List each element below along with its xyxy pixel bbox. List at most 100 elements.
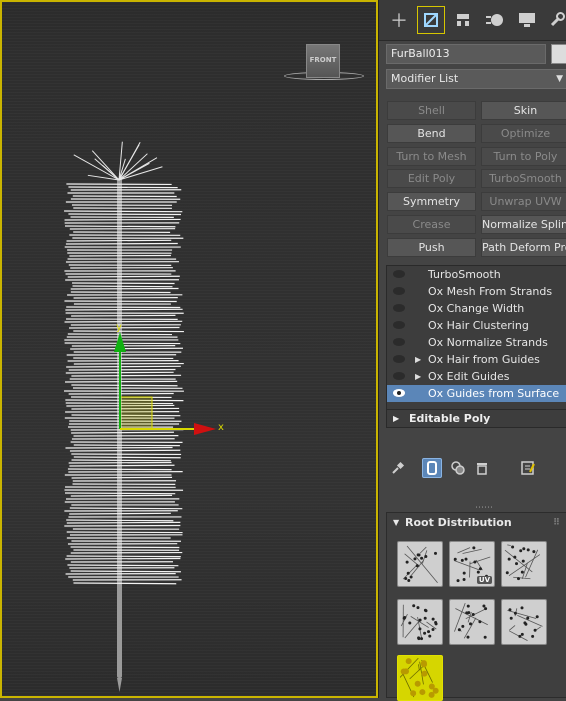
eye-icon[interactable]	[393, 338, 405, 346]
modifier-button[interactable]: Normalize Spline	[481, 215, 566, 234]
make-unique-icon[interactable]	[448, 458, 468, 478]
modifier-button[interactable]: Symmetry	[387, 192, 476, 211]
stack-item[interactable]: Ox Hair Clustering	[387, 317, 566, 334]
gizmo-y-label: y	[116, 322, 122, 333]
motion-icon[interactable]	[481, 6, 509, 34]
modifier-button[interactable]: Bend	[387, 124, 476, 143]
gizmo-y-arrow	[114, 332, 126, 352]
hair-strand	[92, 151, 119, 180]
configure-modifier-sets-icon[interactable]	[518, 458, 538, 478]
hair-strand	[68, 187, 177, 188]
eye-icon[interactable]	[393, 304, 405, 312]
modifier-stack[interactable]: TurboSmoothOx Mesh From StrandsOx Change…	[386, 265, 566, 428]
random-face-distribution-icon[interactable]	[501, 541, 547, 587]
vertex-distribution-icon[interactable]	[449, 599, 495, 645]
hair-strand	[64, 211, 182, 212]
gizmo-x-label: x	[218, 422, 224, 433]
rollout-grip-icon[interactable]: ⠿	[553, 513, 560, 533]
even-distribution-icon[interactable]	[397, 599, 443, 645]
hair-strand	[65, 226, 175, 227]
modifier-list-dropdown[interactable]: Modifier List ▼	[386, 69, 566, 89]
hair-strand	[66, 520, 173, 521]
object-color-swatch[interactable]	[551, 44, 566, 64]
object-name-field[interactable]: FurBall013	[386, 44, 546, 64]
hair-strand	[70, 508, 182, 509]
modifier-button[interactable]: TurboSmooth	[481, 169, 566, 188]
hair-strand	[69, 465, 174, 466]
wrench-icon[interactable]	[543, 6, 566, 34]
modifier-button[interactable]: Turn to Mesh	[387, 147, 476, 166]
stack-item[interactable]: ▶ Ox Hair from Guides	[387, 351, 566, 368]
eye-icon[interactable]	[393, 287, 405, 295]
random-uv-distribution-icon[interactable]: UV	[449, 541, 495, 587]
eye-icon[interactable]	[393, 270, 405, 278]
pin-stack-icon[interactable]	[388, 458, 408, 478]
modifier-button[interactable]: Shell	[387, 101, 476, 120]
modifier-button[interactable]: Path Deform Pro	[481, 238, 566, 257]
stack-toolbar	[386, 456, 566, 482]
modify-icon[interactable]	[417, 6, 445, 34]
hair-strand	[65, 381, 177, 382]
random-distribution-icon[interactable]	[397, 541, 443, 587]
stack-item[interactable]: Ox Normalize Strands	[387, 334, 566, 351]
stack-item-label: TurboSmooth	[428, 266, 501, 283]
stem-tip	[117, 678, 122, 692]
hair-strand	[67, 522, 181, 523]
hair-strand	[67, 240, 172, 241]
eye-icon[interactable]	[393, 372, 405, 380]
expand-triangle-icon[interactable]: ▶	[393, 410, 399, 428]
viewport-canvas[interactable]: xy	[2, 2, 378, 698]
hair-strand	[71, 571, 181, 572]
eye-icon[interactable]	[393, 389, 405, 397]
map-distribution-icon[interactable]	[397, 655, 443, 701]
stack-item-label: Ox Hair from Guides	[428, 351, 540, 368]
stack-item[interactable]: Ox Mesh From Strands	[387, 283, 566, 300]
modifier-button[interactable]: Push	[387, 238, 476, 257]
view-cube[interactable]: FRONT	[306, 44, 340, 78]
hair-strand	[69, 255, 171, 256]
hierarchy-icon[interactable]	[449, 6, 477, 34]
modifier-button[interactable]: Edit Poly	[387, 169, 476, 188]
stack-item-label: Ox Normalize Strands	[428, 334, 548, 351]
stack-item[interactable]: ▶Ox Edit Guides	[387, 368, 566, 385]
modifier-button[interactable]: Turn to Poly	[481, 147, 566, 166]
hair-strand	[71, 385, 177, 386]
collapse-triangle-icon[interactable]: ▼	[393, 513, 399, 533]
expand-triangle-icon[interactable]: ▶	[415, 368, 421, 385]
command-panel: ＋ FurBall013 Modifier List ▼ Shell Skin Be…	[378, 0, 566, 698]
modifier-button[interactable]: Unwrap UVW	[481, 192, 566, 211]
eye-icon[interactable]	[393, 355, 405, 363]
plus-icon[interactable]: ＋	[385, 6, 413, 34]
hair-strand	[65, 493, 175, 494]
rollout-header[interactable]: ▼ Root Distribution ⠿	[387, 513, 566, 533]
gizmo-x-arrow	[194, 423, 216, 435]
display-icon[interactable]	[513, 6, 541, 34]
root-distribution-rollout: ▼ Root Distribution ⠿ UV	[386, 512, 566, 698]
hair-strand	[74, 457, 181, 458]
hair-strand	[71, 375, 181, 376]
hair-strand	[73, 583, 176, 584]
face-center-distribution-icon[interactable]	[501, 599, 547, 645]
stack-item-label: Ox Hair Clustering	[428, 317, 529, 334]
eye-icon[interactable]	[393, 321, 405, 329]
hair-strand	[69, 513, 171, 514]
stack-item-label: Ox Change Width	[428, 300, 524, 317]
modifier-list-label: Modifier List	[391, 72, 458, 85]
modifier-button[interactable]: Optimize	[481, 124, 566, 143]
show-end-result-icon[interactable]	[422, 458, 442, 478]
hair-strand	[67, 556, 181, 557]
stack-item[interactable]: TurboSmooth	[387, 266, 566, 283]
hair-strand	[71, 288, 179, 289]
expand-triangle-icon[interactable]: ▶	[415, 351, 421, 368]
trash-icon[interactable]	[472, 458, 492, 478]
stack-item[interactable]: Ox Change Width	[387, 300, 566, 317]
hair-strand	[73, 331, 184, 332]
command-panel-tabs: ＋	[379, 0, 566, 41]
hair-strand	[71, 495, 172, 496]
front-viewport[interactable]: xy FRONT	[0, 0, 378, 698]
hair-strand	[72, 477, 172, 478]
modifier-button[interactable]: Crease	[387, 215, 476, 234]
modifier-button[interactable]: Skin	[481, 101, 566, 120]
stack-item-base-object[interactable]: ▶ Editable Poly	[387, 409, 566, 428]
stack-item[interactable]: Ox Guides from Surface	[387, 385, 566, 402]
